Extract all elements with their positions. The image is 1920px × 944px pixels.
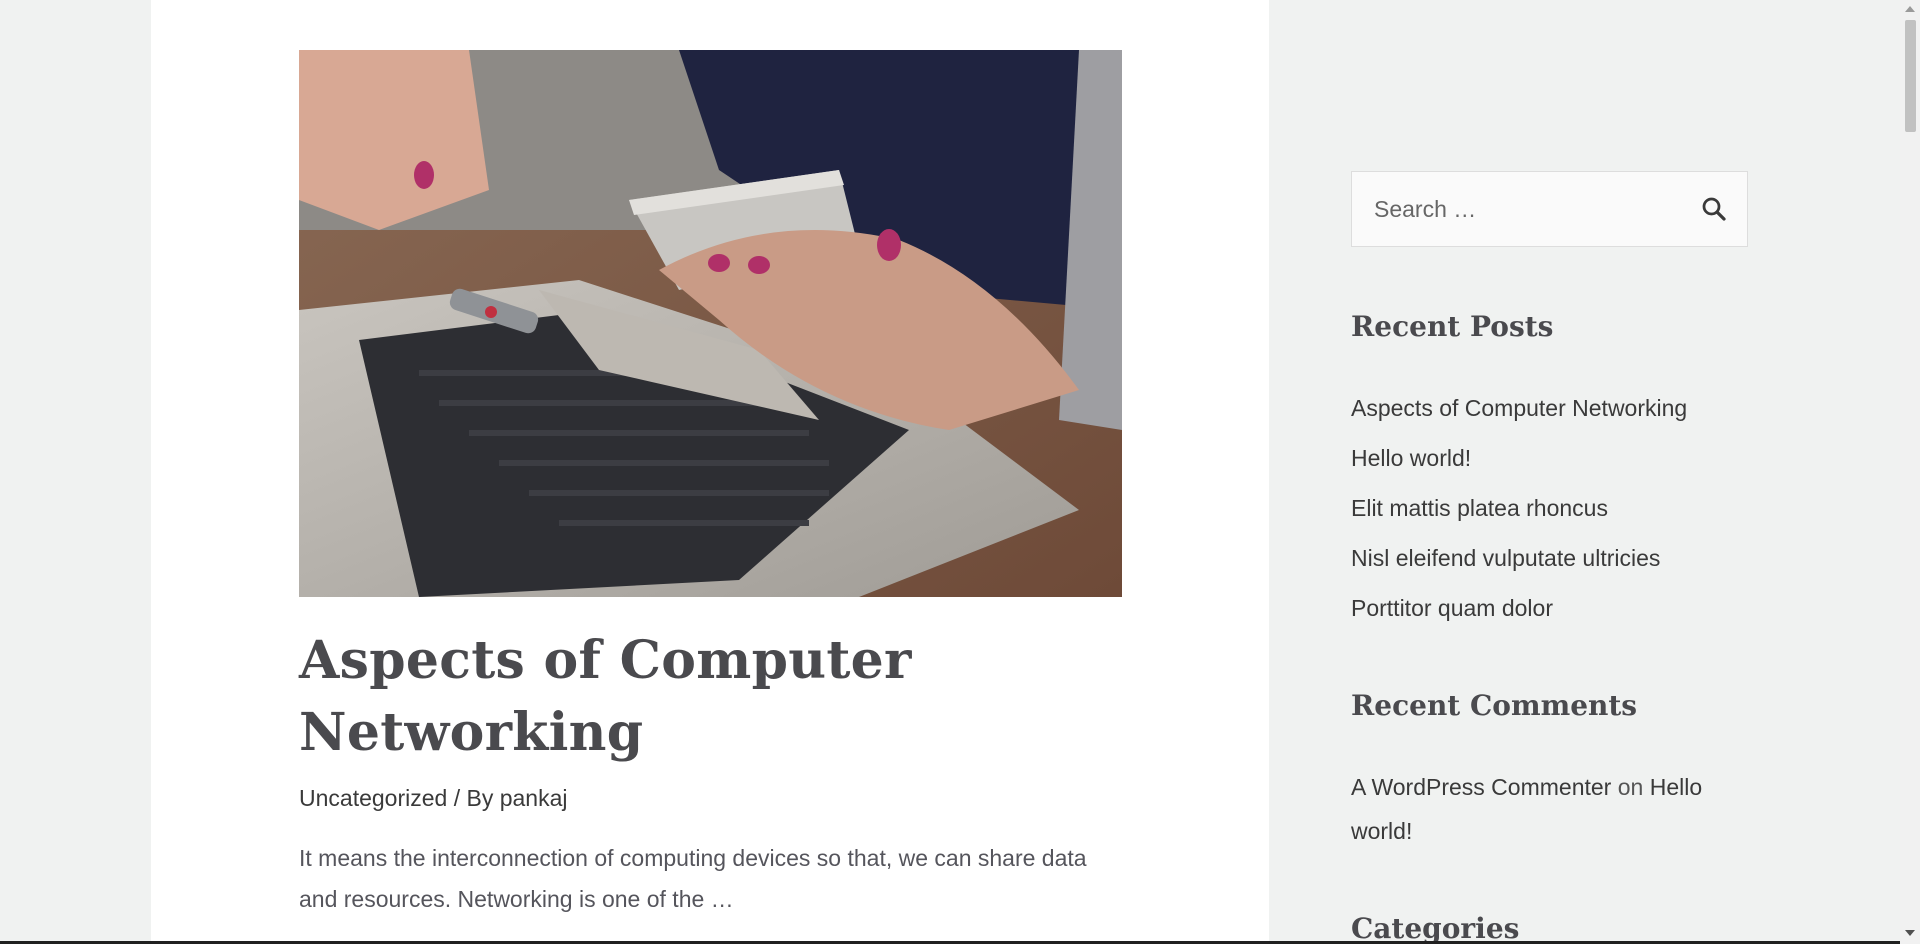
search-input[interactable] [1352, 172, 1682, 246]
list-item: Hello world! [1351, 438, 1687, 488]
recent-comment-item: A WordPress Commenter on Hello world! [1351, 765, 1748, 853]
list-item: Nisl eleifend vulputate ultricies [1351, 538, 1687, 588]
list-item: Elit mattis platea rhoncus [1351, 488, 1687, 538]
categories-title: Categories [1351, 912, 1520, 944]
post-title[interactable]: Aspects of Computer Networking [299, 625, 1122, 769]
comment-author-link[interactable]: A WordPress Commenter [1351, 774, 1611, 800]
scrollbar-thumb[interactable] [1905, 20, 1916, 132]
recent-post-link[interactable]: Nisl eleifend vulputate ultricies [1351, 545, 1660, 571]
comment-on-text: on [1611, 774, 1650, 800]
search-form [1351, 171, 1748, 247]
featured-image[interactable] [299, 50, 1122, 597]
recent-post-link[interactable]: Porttitor quam dolor [1351, 595, 1553, 621]
post-meta: Uncategorized / By pankaj [299, 785, 568, 812]
recent-posts-title: Recent Posts [1351, 310, 1554, 343]
post-meta-separator: / By [447, 785, 500, 811]
featured-image-graphic [299, 50, 1122, 597]
post-category-link[interactable]: Uncategorized [299, 785, 447, 811]
recent-comments-title: Recent Comments [1351, 689, 1638, 722]
vertical-scrollbar[interactable] [1900, 0, 1920, 944]
recent-post-link[interactable]: Hello world! [1351, 445, 1471, 471]
recent-post-link[interactable]: Elit mattis platea rhoncus [1351, 495, 1608, 521]
scroll-up-arrow-icon[interactable] [1905, 6, 1915, 12]
list-item: Porttitor quam dolor [1351, 588, 1687, 638]
recent-post-link[interactable]: Aspects of Computer Networking [1351, 395, 1687, 421]
search-icon[interactable] [1699, 194, 1729, 224]
list-item: Aspects of Computer Networking [1351, 388, 1687, 438]
post-author-link[interactable]: pankaj [500, 785, 568, 811]
scroll-down-arrow-icon[interactable] [1905, 930, 1915, 936]
recent-posts-list: Aspects of Computer Networking Hello wor… [1351, 388, 1687, 638]
post-excerpt: It means the interconnection of computin… [299, 845, 1087, 912]
